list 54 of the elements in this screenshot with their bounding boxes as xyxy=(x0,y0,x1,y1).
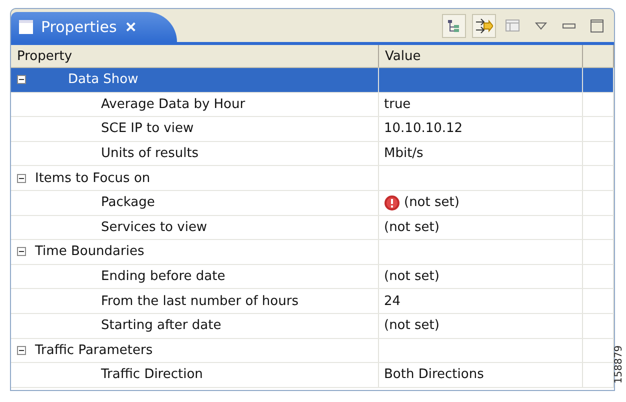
property-row[interactable]: Traffic Direction Both Directions xyxy=(11,363,614,388)
category-label: Data Show xyxy=(68,72,138,88)
advanced-button[interactable] xyxy=(472,14,496,38)
property-value: Both Directions xyxy=(384,367,484,382)
property-name: From the last number of hours xyxy=(101,294,298,309)
dropdown-icon[interactable] xyxy=(535,22,547,30)
tab-title: Properties xyxy=(41,18,117,36)
collapse-toggle[interactable] xyxy=(17,75,26,84)
window-icon xyxy=(19,20,33,34)
category-row[interactable]: Time Boundaries xyxy=(11,240,614,265)
tree-icon xyxy=(447,18,461,32)
collapse-toggle[interactable] xyxy=(17,174,26,183)
category-label: Traffic Parameters xyxy=(35,342,153,358)
property-row[interactable]: Ending before date (not set) xyxy=(11,264,614,290)
property-value: (not set) xyxy=(384,220,440,235)
property-name: SCE IP to view xyxy=(101,121,194,136)
property-row[interactable]: Services to view (not set) xyxy=(11,216,614,240)
collapse-toggle[interactable] xyxy=(17,247,26,256)
property-row[interactable]: SCE IP to view 10.10.10.12 xyxy=(11,117,614,142)
property-value: (not set) xyxy=(384,318,440,334)
table-icon xyxy=(505,18,521,32)
property-value: (not set) xyxy=(404,195,460,210)
property-name: Units of results xyxy=(101,146,199,162)
property-row[interactable]: Starting after date (not set) xyxy=(11,314,614,339)
property-name: Traffic Direction xyxy=(101,367,203,382)
column-header[interactable]: Property xyxy=(17,48,72,64)
category-row[interactable]: Data Show xyxy=(11,68,614,93)
property-name: Ending before date xyxy=(101,269,226,284)
category-row[interactable]: Items to Focus on xyxy=(11,166,614,191)
property-row[interactable]: Units of results Mbit/s xyxy=(11,142,614,166)
arrows-icon xyxy=(475,18,493,34)
collapse-toggle[interactable] xyxy=(17,346,26,355)
close-button[interactable]: ✕ xyxy=(124,19,137,35)
maximize-icon[interactable] xyxy=(590,18,604,32)
property-row[interactable]: Package (not set) xyxy=(11,190,614,216)
property-value: 10.10.10.12 xyxy=(384,121,463,136)
column-header[interactable]: Value xyxy=(385,48,421,64)
category-row[interactable]: Traffic Parameters xyxy=(11,338,614,364)
property-value: (not set) xyxy=(384,269,440,284)
property-value: 24 xyxy=(384,294,401,309)
property-name: Starting after date xyxy=(101,318,222,334)
property-value: Mbit/s xyxy=(384,146,424,162)
view-tab[interactable]: Properties ✕ xyxy=(11,12,177,42)
property-row[interactable]: Average Data by Hour true xyxy=(11,92,614,118)
category-label: Items to Focus on xyxy=(35,170,150,186)
figure-number: 158879 xyxy=(613,345,624,384)
property-name: Services to view xyxy=(101,220,208,235)
property-value: true xyxy=(384,96,411,112)
category-label: Time Boundaries xyxy=(35,244,144,260)
property-row[interactable]: From the last number of hours 24 xyxy=(11,289,614,314)
property-name: Package xyxy=(101,195,155,210)
minimize-icon[interactable] xyxy=(562,22,576,28)
property-name: Average Data by Hour xyxy=(101,96,246,112)
categories-button[interactable] xyxy=(442,14,466,38)
